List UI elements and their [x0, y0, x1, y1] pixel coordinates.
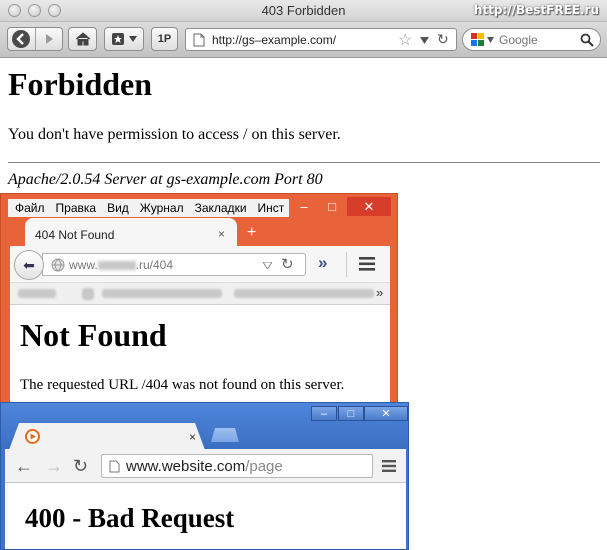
bookmark-star-icon[interactable]: ☆ — [398, 30, 412, 50]
firefox-window: Файл Правка Вид Журнал Закладки Инст – □… — [0, 193, 398, 405]
reload-icon[interactable]: ↻ — [437, 31, 449, 48]
page-icon — [109, 460, 120, 473]
close-button[interactable]: ✕ — [347, 197, 391, 216]
chrome-menu-icon[interactable] — [382, 460, 396, 472]
divider — [8, 162, 600, 163]
chevron-down-icon — [129, 36, 137, 42]
menu-item-history[interactable]: Журнал — [140, 201, 184, 215]
new-tab-button[interactable]: + — [247, 224, 256, 242]
google-logo-icon — [471, 33, 484, 46]
maximize-button[interactable]: □ — [317, 197, 347, 216]
back-arrow-icon: ⬅ — [23, 256, 35, 273]
page-action-button[interactable]: 1P — [151, 27, 178, 51]
page-heading: Not Found — [20, 317, 167, 353]
loading-favicon-icon — [25, 429, 40, 444]
close-button[interactable]: ✕ — [364, 406, 408, 421]
dropdown-icon[interactable] — [263, 262, 272, 269]
tab-404-not-found[interactable]: 404 Not Found × — [25, 218, 237, 248]
chrome-tab[interactable]: × — [9, 423, 205, 450]
search-input[interactable] — [499, 32, 579, 48]
new-tab-button[interactable] — [211, 428, 239, 442]
navigation-bar: www. .ru/404 ↻ ⬅ » — [10, 246, 390, 283]
bookmarks-overflow-icon[interactable]: » — [376, 285, 383, 300]
minimize-button[interactable]: – — [311, 406, 337, 421]
url-text: www.website.com/page — [126, 458, 283, 475]
home-button[interactable] — [68, 27, 97, 51]
back-button[interactable]: ⬅ — [14, 250, 44, 280]
error-message: The requested URL /404 was not found on … — [20, 377, 345, 393]
back-button[interactable] — [8, 28, 35, 50]
menu-bar: Файл Правка Вид Журнал Закладки Инст — [8, 199, 289, 217]
menu-item-view[interactable]: Вид — [107, 201, 129, 215]
search-box[interactable] — [462, 28, 601, 51]
blurred-bookmark[interactable] — [18, 289, 56, 298]
maximize-button[interactable]: □ — [338, 406, 364, 421]
blurred-bookmark[interactable] — [234, 289, 374, 298]
hamburger-menu-icon[interactable] — [359, 257, 375, 271]
search-engine-dropdown-icon[interactable] — [487, 37, 494, 43]
reload-icon[interactable]: ↻ — [73, 456, 88, 477]
page-heading: 400 - Bad Request — [25, 503, 235, 533]
url-text: http://gs–example.com/ — [212, 33, 337, 47]
tab-close-icon[interactable]: × — [218, 227, 225, 241]
mac-toolbar: 1P http://gs–example.com/ ☆ ↻ — [0, 22, 607, 58]
divider — [346, 252, 347, 277]
page-heading: Forbidden — [8, 66, 153, 102]
chrome-toolbar: ← → ↻ www.website.com/page — [5, 449, 406, 483]
error-message: You don't have permission to access / on… — [8, 126, 341, 143]
forward-button[interactable] — [34, 28, 62, 50]
forward-arrow-icon[interactable]: → — [45, 456, 63, 477]
tab-title: 404 Not Found — [35, 228, 115, 242]
back-arrow-icon — [12, 30, 31, 48]
bookmarks-toolbar: » — [10, 283, 390, 305]
forward-arrow-icon — [45, 34, 53, 44]
globe-icon — [51, 258, 65, 272]
page-content-404: Not Found The requested URL /404 was not… — [10, 305, 390, 404]
overflow-chevron-icon[interactable]: » — [318, 253, 327, 273]
mac-titlebar: 403 Forbidden http://BestFREE.ru — [0, 0, 607, 22]
menu-item-file[interactable]: Файл — [15, 201, 45, 215]
menu-item-edit[interactable]: Правка — [56, 201, 97, 215]
history-dropdown-icon[interactable] — [420, 37, 429, 44]
server-address: Apache/2.0.54 Server at gs-example.com P… — [8, 171, 323, 188]
reload-icon[interactable]: ↻ — [281, 255, 294, 273]
bookmark-favicon-icon — [82, 288, 94, 300]
url-bar[interactable]: http://gs–example.com/ ☆ ↻ — [185, 28, 457, 51]
minimize-button[interactable]: – — [289, 197, 319, 216]
home-icon — [75, 32, 90, 46]
page-icon — [193, 33, 205, 47]
page-content-403: Forbidden You don't have permission to a… — [8, 66, 600, 189]
url-bar[interactable]: www. .ru/404 ↻ — [42, 253, 306, 276]
menu-item-bookmarks[interactable]: Закладки — [195, 201, 247, 215]
page-content-400: 400 - Bad Request — [5, 483, 406, 549]
blurred-bookmark[interactable] — [102, 289, 222, 298]
back-arrow-icon[interactable]: ← — [15, 456, 33, 477]
search-icon[interactable] — [580, 33, 594, 47]
menu-item-tools[interactable]: Инст — [258, 201, 285, 215]
back-forward-group — [7, 27, 63, 51]
watermark: http://BestFREE.ru — [473, 3, 599, 17]
url-text: www. .ru/404 — [69, 258, 174, 272]
bookmarks-menu-button[interactable] — [104, 27, 144, 51]
chrome-window: – □ ✕ × ← → ↻ www.website.com/page 400 -… — [0, 402, 409, 550]
bookmark-star-box-icon — [112, 33, 124, 45]
tab-close-icon[interactable]: × — [189, 430, 196, 444]
omnibox[interactable]: www.website.com/page — [101, 454, 373, 478]
